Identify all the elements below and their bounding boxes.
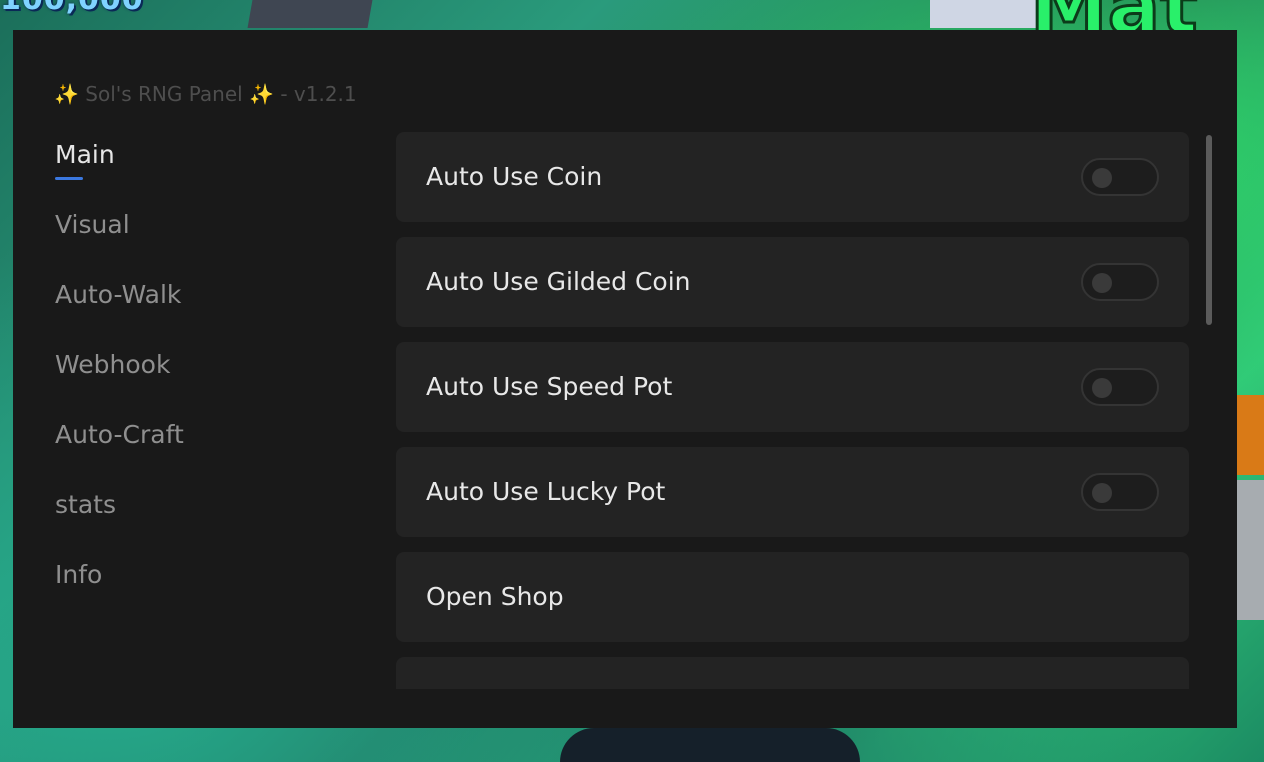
background-block bbox=[1234, 480, 1264, 620]
auto-use-lucky-pot-toggle[interactable] bbox=[1081, 473, 1159, 511]
option-row-auto-use-coin: Auto Use Coin bbox=[396, 132, 1189, 222]
background-shape bbox=[560, 728, 860, 762]
toggle-knob bbox=[1092, 168, 1112, 188]
panel-title: ✨ Sol's RNG Panel ✨ - v1.2.1 bbox=[54, 82, 357, 106]
rng-panel-window: ✨ Sol's RNG Panel ✨ - v1.2.1 Main Visual… bbox=[13, 30, 1237, 728]
tab-label: Main bbox=[55, 140, 115, 169]
tab-webhook[interactable]: Webhook bbox=[55, 350, 170, 379]
tab-auto-walk[interactable]: Auto-Walk bbox=[55, 280, 181, 309]
tab-visual[interactable]: Visual bbox=[55, 210, 130, 239]
option-label: Auto Use Coin bbox=[426, 162, 603, 191]
background-block bbox=[1234, 395, 1264, 475]
option-row-auto-use-gilded-coin: Auto Use Gilded Coin bbox=[396, 237, 1189, 327]
button-label: Open Shop bbox=[426, 582, 564, 611]
active-tab-indicator bbox=[55, 177, 83, 180]
option-label: Auto Use Gilded Coin bbox=[426, 267, 691, 296]
option-row-auto-use-speed-pot: Auto Use Speed Pot bbox=[396, 342, 1189, 432]
option-label: Auto Use Lucky Pot bbox=[426, 477, 666, 506]
toggle-knob bbox=[1092, 378, 1112, 398]
auto-use-coin-toggle[interactable] bbox=[1081, 158, 1159, 196]
open-shop-button[interactable]: Open Shop bbox=[396, 552, 1189, 642]
tab-auto-craft[interactable]: Auto-Craft bbox=[55, 420, 184, 449]
auto-use-gilded-coin-toggle[interactable] bbox=[1081, 263, 1159, 301]
background-score-text: 100,000 bbox=[0, 0, 144, 17]
tab-main[interactable]: Main bbox=[55, 140, 115, 180]
toggle-knob bbox=[1092, 273, 1112, 293]
toggle-knob bbox=[1092, 483, 1112, 503]
tab-stats[interactable]: stats bbox=[55, 490, 116, 519]
tab-info[interactable]: Info bbox=[55, 560, 102, 589]
option-row-auto-use-lucky-pot: Auto Use Lucky Pot bbox=[396, 447, 1189, 537]
sparkle-icon: ✨ bbox=[54, 82, 79, 106]
panel-title-text: Sol's RNG Panel bbox=[78, 82, 250, 106]
background-block bbox=[930, 0, 1040, 28]
auto-use-speed-pot-toggle[interactable] bbox=[1081, 368, 1159, 406]
content-scrollbar[interactable] bbox=[1206, 135, 1212, 325]
sparkle-icon: ✨ bbox=[249, 82, 274, 106]
panel-version: - v1.2.1 bbox=[273, 82, 357, 106]
main-content[interactable]: Auto Use Coin Auto Use Gilded Coin Auto … bbox=[396, 132, 1191, 689]
option-label: Auto Use Speed Pot bbox=[426, 372, 673, 401]
option-row-partial[interactable] bbox=[396, 657, 1189, 689]
background-block bbox=[247, 0, 373, 28]
